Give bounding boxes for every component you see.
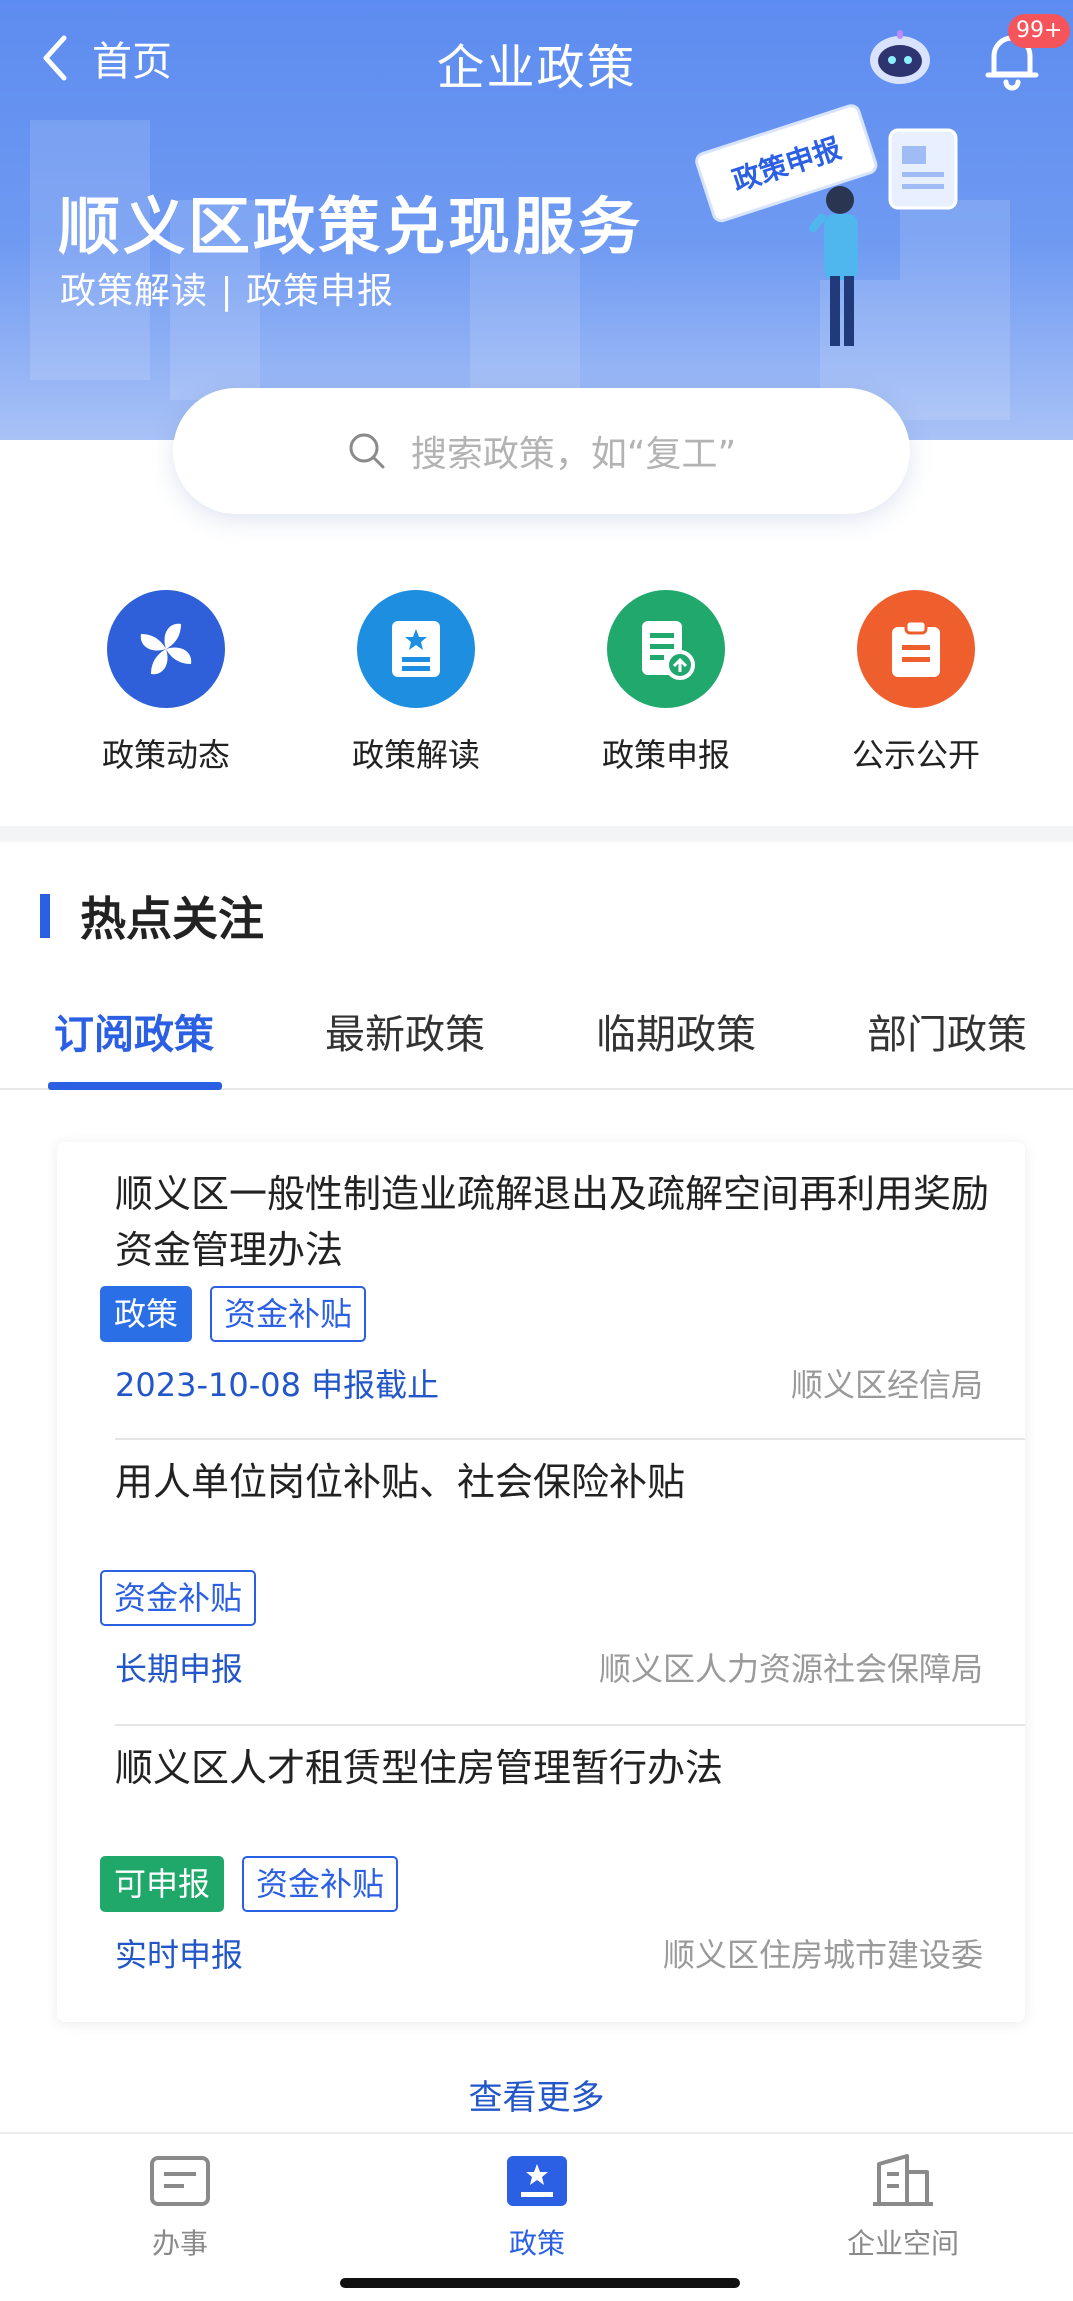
- policy-deadline: 实时申报: [115, 1936, 244, 1974]
- policy-title: 顺义区一般性制造业疏解退出及疏解空间再利用奖励资金管理办法: [115, 1172, 990, 1272]
- building-icon: [873, 2154, 933, 2206]
- section-header: 热点关注: [40, 888, 264, 946]
- tab-department[interactable]: 部门政策: [867, 1002, 1027, 1060]
- policy-deadline: 长期申报: [115, 1650, 244, 1688]
- tab-subscribed[interactable]: 订阅政策: [54, 1002, 214, 1060]
- policy-title: 顺义区人才租赁型住房管理暂行办法: [115, 1746, 724, 1790]
- back-button[interactable]: 首页: [38, 30, 172, 86]
- quick-links: 政策动态 政策解读 政策申报 公示公开: [0, 590, 1073, 780]
- quick-link-public-notice[interactable]: 公示公开: [816, 590, 1016, 776]
- document-upload-icon: [607, 590, 725, 708]
- bottom-nav-label: 企业空间: [846, 2227, 959, 2260]
- quick-link-label: 政策申报: [601, 736, 730, 774]
- bottom-navbar: 办事 政策 企业空间: [0, 2132, 1073, 2301]
- policy-tag: 资金补贴: [100, 1570, 257, 1626]
- hero-subtitle: 政策解读 | 政策申报: [60, 271, 395, 312]
- policy-title: 用人单位岗位补贴、社会保险补贴: [115, 1460, 686, 1504]
- active-tab-indicator: [48, 1082, 222, 1090]
- notification-badge: 99+: [1008, 14, 1071, 48]
- quick-link-policy-apply[interactable]: 政策申报: [566, 590, 766, 776]
- bottom-nav-label: 办事: [151, 2227, 208, 2260]
- policy-tabs: 订阅政策 最新政策 临期政策 部门政策: [0, 990, 1073, 1090]
- bottom-nav-policy[interactable]: 政策: [437, 2154, 637, 2262]
- section-title: 热点关注: [80, 892, 264, 946]
- policy-tag: 政策: [100, 1286, 193, 1342]
- section-divider: [0, 826, 1073, 842]
- policy-tag: 资金补贴: [210, 1286, 367, 1342]
- section-accent-bar: [40, 894, 50, 938]
- quick-link-label: 政策解读: [351, 736, 480, 774]
- policy-tag: 资金补贴: [242, 1856, 399, 1912]
- bottom-nav-label: 政策: [508, 2227, 565, 2260]
- quick-link-label: 政策动态: [101, 736, 230, 774]
- policy-list-item[interactable]: 顺义区人才租赁型住房管理暂行办法 可申报 资金补贴 实时申报 顺义区住房城市建设…: [57, 1726, 1025, 2016]
- quick-link-policy-interpret[interactable]: 政策解读: [316, 590, 516, 776]
- back-label: 首页: [92, 39, 172, 85]
- policy-department: 顺义区人力资源社会保障局: [598, 1650, 983, 1688]
- pinwheel-icon: [107, 590, 225, 708]
- policy-department: 顺义区住房城市建设委: [662, 1936, 983, 1974]
- policy-tags: 可申报 资金补贴: [100, 1856, 399, 1912]
- home-indicator: [340, 2278, 740, 2288]
- policy-department: 顺义区经信局: [790, 1366, 983, 1404]
- policy-apply-illustration: 政策申报: [695, 104, 958, 346]
- quick-link-policy-news[interactable]: 政策动态: [66, 590, 266, 776]
- search-icon: [349, 433, 385, 469]
- tab-expiring[interactable]: 临期政策: [596, 1002, 756, 1060]
- hero-title: 顺义区政策兑现服务: [58, 190, 644, 263]
- quick-link-label: 公示公开: [851, 736, 980, 774]
- policy-deadline: 2023-10-08 申报截止: [115, 1366, 440, 1404]
- policy-list-item[interactable]: 用人单位岗位补贴、社会保险补贴 资金补贴 长期申报 顺义区人力资源社会保障局: [57, 1440, 1025, 1724]
- policy-list-item[interactable]: 顺义区一般性制造业疏解退出及疏解空间再利用奖励资金管理办法 政策 资金补贴 20…: [57, 1142, 1025, 1438]
- policy-tags: 政策 资金补贴: [100, 1286, 367, 1342]
- document-star-icon: [357, 590, 475, 708]
- policy-list-card: 顺义区一般性制造业疏解退出及疏解空间再利用奖励资金管理办法 政策 资金补贴 20…: [57, 1142, 1025, 2022]
- bottom-nav-tasks[interactable]: 办事: [80, 2154, 280, 2262]
- tab-latest[interactable]: 最新政策: [325, 1002, 485, 1060]
- policy-tag: 可申报: [100, 1856, 225, 1912]
- clipboard-icon: [857, 590, 975, 708]
- search-input[interactable]: 搜索政策，如“复工”: [173, 388, 910, 514]
- robot-assistant-icon[interactable]: [864, 28, 936, 88]
- search-placeholder: 搜索政策，如“复工”: [410, 434, 737, 475]
- tasks-icon: [150, 2156, 210, 2206]
- policy-icon: [507, 2156, 567, 2206]
- top-navbar: 首页 企业政策 99+: [0, 0, 1073, 118]
- chevron-left-icon: [43, 35, 67, 81]
- policy-tags: 资金补贴: [100, 1570, 257, 1626]
- view-more-link[interactable]: 查看更多: [0, 2070, 1073, 2119]
- bottom-nav-enterprise-space[interactable]: 企业空间: [803, 2154, 1003, 2262]
